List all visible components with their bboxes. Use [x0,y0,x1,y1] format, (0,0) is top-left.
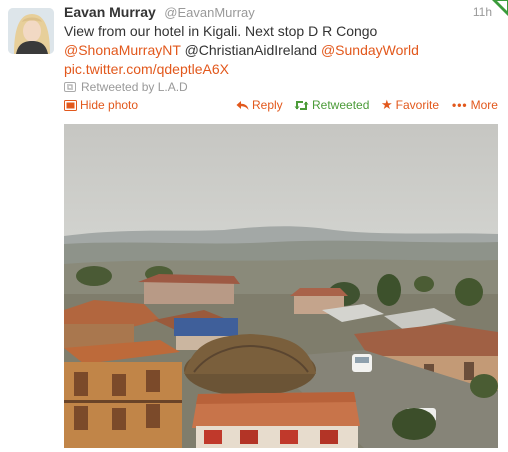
favorite-button[interactable]: ★ Favorite [381,98,439,112]
hide-photo-button[interactable]: Hide photo [64,98,138,112]
tweet: Eavan Murray @EavanMurray 11h View from … [0,0,508,452]
retweet-icon [294,100,309,110]
more-label: More [470,98,498,112]
tweet-mentions-line: @ShonaMurrayNT @ChristianAidIreland @Sun… [64,41,494,60]
star-icon: ★ [381,97,393,112]
hide-photo-label: Hide photo [80,98,139,112]
retweeted-label: Retweeted [312,98,370,112]
retweeted-by: Retweeted by L.A.D [64,80,188,94]
avatar[interactable] [8,8,54,54]
reply-label: Reply [252,98,283,112]
mention-text[interactable]: @ChristianAidIreland [185,42,318,58]
reply-button[interactable]: Reply [236,98,283,112]
favorite-label: Favorite [395,98,440,112]
tweet-text: View from our hotel in Kigali. Next stop… [64,22,494,79]
picture-link[interactable]: pic.twitter.com/qdeptleA6X [64,61,229,77]
tweet-photo[interactable] [64,124,498,448]
photo-icon [64,99,77,111]
mention-link[interactable]: @SundayWorld [321,42,419,58]
tweet-header: Eavan Murray @EavanMurray 11h [64,4,496,24]
tweet-text-line: View from our hotel in Kigali. Next stop… [64,23,378,39]
retweeted-by-text[interactable]: Retweeted by L.A.D [81,80,188,94]
corner-flag-inner [497,1,507,11]
author-name[interactable]: Eavan Murray [64,4,156,20]
ellipsis-icon: ••• [452,98,468,112]
mention-link[interactable]: @ShonaMurrayNT [64,42,181,58]
retweet-small-icon [64,82,76,92]
reply-arrow-icon [236,100,249,110]
tweet-timestamp[interactable]: 11h [473,5,492,19]
more-button[interactable]: ••• More [452,98,498,112]
author-handle[interactable]: @EavanMurray [164,5,255,20]
retweeted-button[interactable]: Retweeted [294,98,369,112]
tweet-actions: Hide photo Reply Retweeted ★ Favorite ••… [64,98,498,116]
